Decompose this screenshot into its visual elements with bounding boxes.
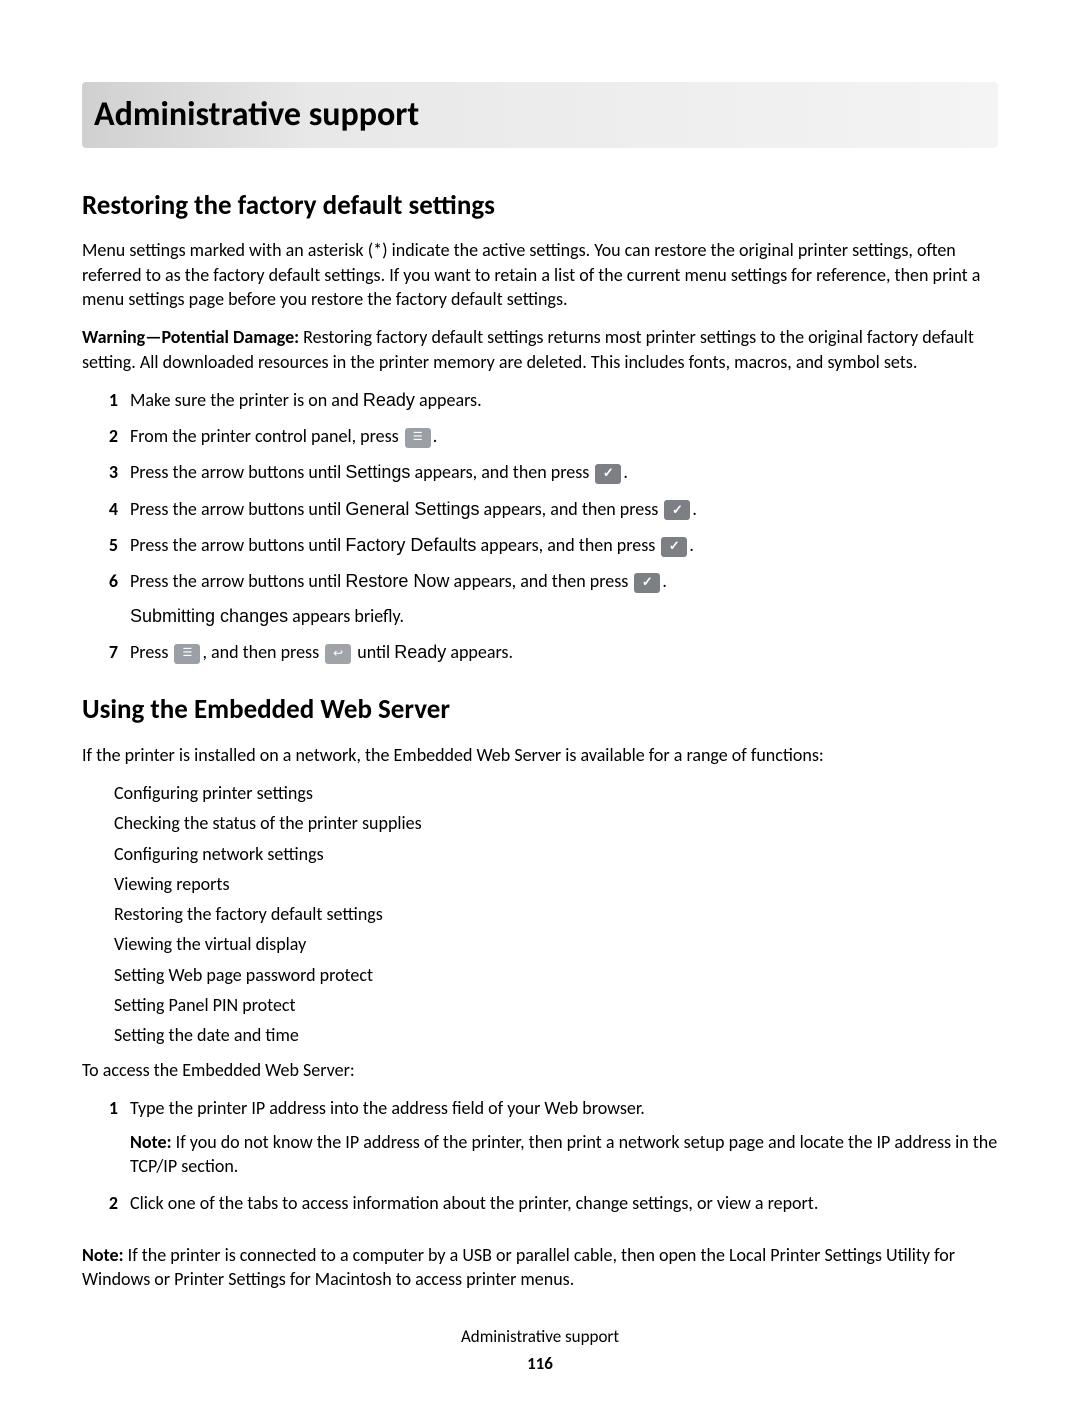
step-body: Click one of the tabs to access informat… [130, 1192, 818, 1214]
step-mid: , and then press [202, 641, 323, 663]
list-item: Checking the status of the printer suppl… [114, 811, 998, 835]
step-text-tail: appears. [415, 389, 482, 411]
step-3: 3 Press the arrow buttons until Settings… [104, 460, 998, 484]
step-2: 2 From the printer control panel, press … [104, 424, 998, 448]
ews-step-2: 2 Click one of the tabs to access inform… [104, 1191, 998, 1215]
check-button-icon [634, 573, 660, 593]
step-text-tail: . [433, 425, 438, 447]
ews-steps: 1 Type the printer IP address into the a… [82, 1096, 998, 1215]
list-item: Restoring the factory default settings [114, 902, 998, 926]
step-6: 6 Press the arrow buttons until Restore … [104, 569, 998, 628]
step-text-tail: . [689, 534, 694, 556]
note-label: Note: [82, 1244, 124, 1266]
step-text-tail: appears. [446, 641, 513, 663]
menu-button-icon [405, 428, 431, 448]
list-item: Configuring network settings [114, 842, 998, 866]
step-number: 1 [104, 388, 118, 412]
step-text-tail: . [662, 570, 667, 592]
step-number: 6 [104, 569, 118, 593]
note-label: Note: [130, 1131, 172, 1153]
back-button-icon [325, 644, 351, 664]
step-number: 3 [104, 460, 118, 484]
step-number: 7 [104, 640, 118, 664]
ui-term-submitting: Submitting changes [130, 606, 288, 626]
step-text: Press [130, 641, 172, 663]
ui-term-factory-defaults: Factory Defaults [345, 535, 476, 555]
step-text: Press the arrow buttons until [130, 461, 345, 483]
check-button-icon [664, 500, 690, 520]
section-heading-ews: Using the Embedded Web Server [82, 692, 998, 728]
step-post: until [353, 641, 394, 663]
check-button-icon [661, 537, 687, 557]
list-item: Viewing the virtual display [114, 932, 998, 956]
step-mid: appears, and then press [476, 534, 659, 556]
step-mid: appears, and then press [449, 570, 632, 592]
step-body: Type the printer IP address into the add… [130, 1097, 645, 1119]
warning-label: Warning—Potential Damage: [82, 326, 299, 348]
note-body: If you do not know the IP address of the… [130, 1131, 997, 1177]
footer-title: Administrative support [82, 1326, 998, 1349]
step-text-tail: . [623, 461, 628, 483]
page-number: 116 [82, 1353, 998, 1376]
step-5: 5 Press the arrow buttons until Factory … [104, 533, 998, 557]
step-mid: appears, and then press [410, 461, 593, 483]
page-title: Administrative support [94, 92, 986, 138]
step-text: Make sure the printer is on and [130, 389, 363, 411]
list-item: Setting Web page password protect [114, 963, 998, 987]
menu-button-icon [174, 644, 200, 664]
ui-term-ready: Ready [394, 642, 446, 662]
check-button-icon [595, 464, 621, 484]
ui-term-settings: Settings [345, 462, 410, 482]
intro-paragraph: Menu settings marked with an asterisk (*… [82, 238, 998, 311]
step-number: 4 [104, 497, 118, 521]
warning-paragraph: Warning—Potential Damage: Restoring fact… [82, 325, 998, 374]
ews-functions-list: Configuring printer settings Checking th… [82, 781, 998, 1048]
page-footer: Administrative support 116 [82, 1326, 998, 1376]
page-title-bar: Administrative support [82, 82, 998, 148]
sub-tail: appears briefly. [288, 605, 404, 627]
list-item: Setting Panel PIN protect [114, 993, 998, 1017]
step-4: 4 Press the arrow buttons until General … [104, 497, 998, 521]
step-1: 1 Make sure the printer is on and Ready … [104, 388, 998, 412]
list-item: Configuring printer settings [114, 781, 998, 805]
section-heading-restore: Restoring the factory default settings [82, 188, 998, 224]
note-body: If the printer is connected to a compute… [82, 1244, 955, 1290]
step-number: 1 [104, 1096, 118, 1120]
final-note: Note: If the printer is connected to a c… [82, 1243, 998, 1292]
ui-term-restore-now: Restore Now [345, 571, 449, 591]
ews-access-line: To access the Embedded Web Server: [82, 1058, 998, 1082]
step-text: Press the arrow buttons until [130, 534, 345, 556]
step-mid: appears, and then press [479, 498, 662, 520]
intro-term: factory default settings [213, 264, 380, 286]
step-number: 5 [104, 533, 118, 557]
step-7: 7 Press , and then press until Ready app… [104, 640, 998, 664]
ews-step-1: 1 Type the printer IP address into the a… [104, 1096, 998, 1179]
list-item: Viewing reports [114, 872, 998, 896]
restore-steps: 1 Make sure the printer is on and Ready … [82, 388, 998, 664]
step-text: Press the arrow buttons until [130, 570, 345, 592]
step-text: From the printer control panel, press [130, 425, 403, 447]
step-number: 2 [104, 1191, 118, 1215]
list-item: Setting the date and time [114, 1023, 998, 1047]
ui-term-ready: Ready [363, 390, 415, 410]
step-text-tail: . [692, 498, 697, 520]
step-number: 2 [104, 424, 118, 448]
ui-term-general-settings: General Settings [345, 499, 479, 519]
ews-intro: If the printer is installed on a network… [82, 743, 998, 767]
step-text: Press the arrow buttons until [130, 498, 345, 520]
